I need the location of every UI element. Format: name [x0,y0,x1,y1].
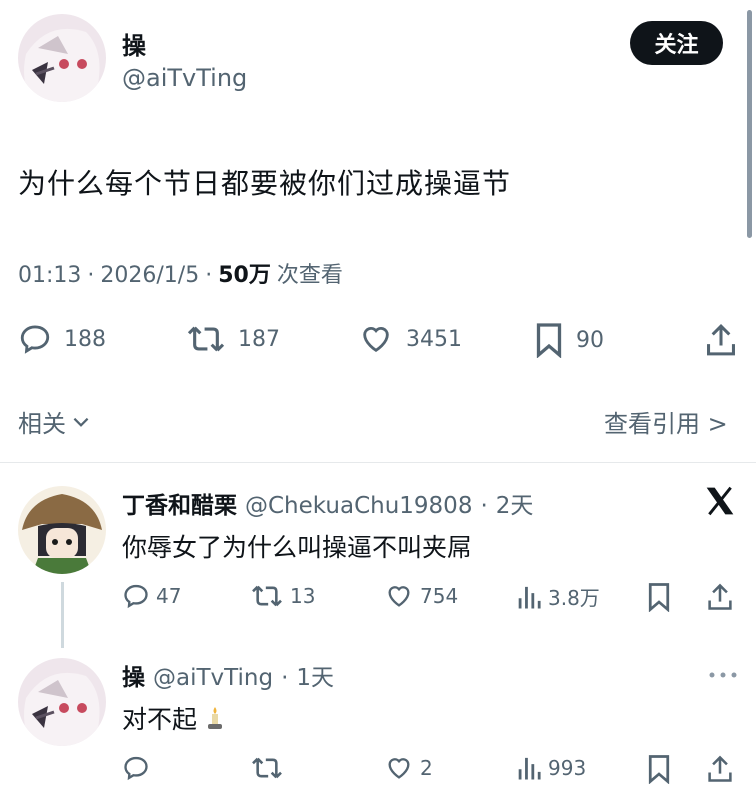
reply2-bookmark-button[interactable] [646,754,672,784]
bookmark-count: 90 [576,327,604,353]
candle-emoji [205,705,225,731]
reply2-views-count: 993 [548,756,587,780]
reply2-header: 操 @aiTvTing · 1天 [122,658,334,692]
author-name[interactable]: 操 [122,26,146,61]
reply-icon [122,754,150,782]
post-meta: 01:13 · 2026/1/5 · 50万 次查看 [18,257,343,289]
share-button[interactable] [704,322,738,358]
reply1-reply-button[interactable]: 47 [122,582,181,610]
retweet-button[interactable]: 187 [186,322,280,356]
reply1-views-count: 3.8万 [548,586,600,610]
share-icon [706,582,734,612]
author-avatar[interactable] [18,14,106,102]
reply2-reply-button[interactable] [122,754,150,782]
share-icon [704,322,738,358]
views-count: 50万 [218,263,271,288]
share-icon [706,754,734,784]
reply1-like-count: 754 [420,584,459,608]
views-icon [516,754,542,782]
reply2-retweet-button[interactable] [250,754,284,782]
post-date: 2026/1/5 [100,263,200,288]
reply2-share-button[interactable] [706,754,734,784]
post-text: 为什么每个节日都要被你们过成操逼节 [18,167,512,200]
author-handle[interactable]: @aiTvTing [122,64,247,92]
retweet-icon [250,754,284,782]
like-icon [384,582,414,610]
reply-button[interactable]: 188 [18,322,106,356]
like-button[interactable]: 3451 [358,322,462,356]
reply1-views-button[interactable]: 3.8万 [516,582,600,611]
reply-icon [18,322,52,356]
reply1-reply-count: 47 [156,584,182,608]
bookmark-icon [646,582,672,612]
post-time: 01:13 [18,263,82,288]
views-label: 次查看 [276,263,343,288]
related-toggle[interactable]: 相关 [18,404,92,439]
related-label: 相关 [18,410,66,438]
reply2-handle[interactable]: @aiTvTing [153,665,273,691]
reply1-handle[interactable]: @ChekuaChu19808 [245,493,472,519]
bookmark-icon [646,754,672,784]
view-quotes-link[interactable]: 查看引用 > [604,404,728,439]
reply1-bookmark-button[interactable] [646,582,672,612]
reply2-time: 1天 [296,665,335,691]
retweet-icon [250,582,284,610]
meta-separator: · [205,263,213,288]
reply1-avatar[interactable] [18,486,106,574]
reply1-time: 2天 [495,493,534,519]
reply2-like-button[interactable]: 2 [384,754,433,782]
reply1-text: 你辱女了为什么叫操逼不叫夹屌 [122,533,473,562]
reply1-retweet-button[interactable]: 13 [250,582,315,610]
meta-separator: · [281,665,289,691]
like-icon [358,322,394,356]
meta-separator: · [480,493,488,519]
x-logo-icon [704,486,736,516]
section-divider [0,462,756,463]
reply2-like-count: 2 [420,756,433,780]
reply2-body: 对不起 [122,700,225,736]
views-icon [516,583,542,611]
reply1-retweet-count: 13 [290,584,316,608]
reply2-text: 对不起 [122,705,198,734]
reply1-share-button[interactable] [706,582,734,612]
reply2-name[interactable]: 操 [122,658,145,692]
reply1-name[interactable]: 丁香和醋栗 [122,486,237,520]
reply-count: 188 [64,326,106,352]
bookmark-button[interactable]: 90 [534,322,604,358]
reply2-avatar[interactable] [18,658,106,746]
reply-icon [122,582,150,610]
like-icon [384,754,414,782]
reply1-like-button[interactable]: 754 [384,582,458,610]
more-icon[interactable] [708,670,738,680]
reply1-header: 丁香和醋栗 @ChekuaChu19808 · 2天 [122,486,533,520]
reply2-views-button[interactable]: 993 [516,754,586,782]
meta-separator: · [87,263,95,288]
thread-line [61,582,64,648]
retweet-icon [186,322,226,356]
follow-button[interactable]: 关注 [630,21,723,65]
chevron-down-icon [70,411,92,433]
like-count: 3451 [406,326,462,352]
retweet-count: 187 [238,326,280,352]
scrollbar[interactable] [747,10,752,238]
bookmark-icon [534,322,564,358]
